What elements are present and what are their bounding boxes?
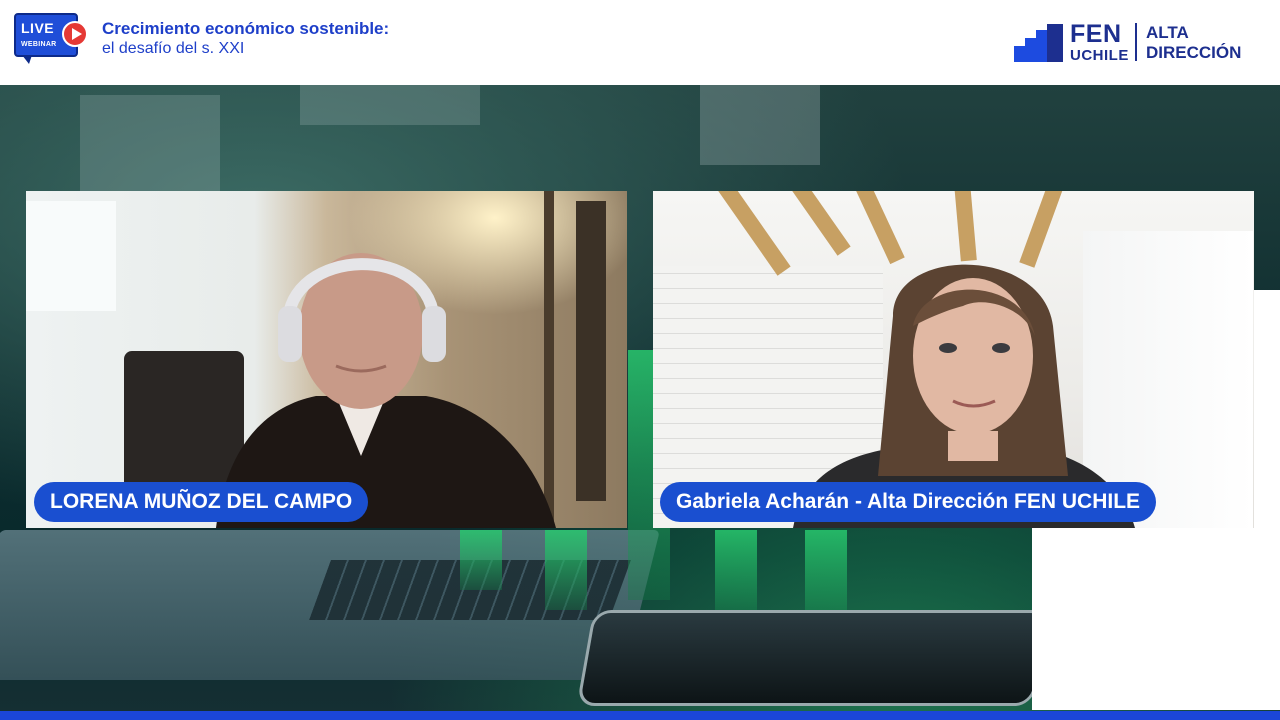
window [26, 201, 116, 311]
alta-text: ALTA [1146, 23, 1189, 42]
webinar-title: Crecimiento económico sostenible: [102, 19, 390, 38]
webinar-subtitle: el desafío del s. XXI [102, 40, 245, 57]
fen-alta-direccion-logo: FEN UCHILE ALTA DIRECCIÓN [1014, 20, 1264, 66]
participant-name-gabriela: Gabriela Acharán - Alta Dirección FEN UC… [676, 490, 1141, 513]
participant-name-lorena: LORENA MUÑOZ DEL CAMPO [50, 490, 353, 513]
fen-text: FEN [1070, 20, 1122, 48]
background-shelf [700, 85, 820, 165]
fen-logo-icon [1014, 24, 1063, 62]
live-label: LIVE [21, 20, 55, 36]
background-tablet [576, 610, 1050, 706]
background-shelf [300, 85, 480, 125]
header-bar: LIVE WEBINAR Crecimiento económico soste… [0, 0, 1280, 85]
webinar-label: WEBINAR [21, 41, 57, 48]
participant-name-tag: LORENA MUÑOZ DEL CAMPO [34, 482, 369, 522]
background-bar [545, 530, 587, 610]
participant-name-tag: Gabriela Acharán - Alta Dirección FEN UC… [660, 482, 1157, 522]
door-frame [576, 201, 606, 501]
play-icon [62, 21, 88, 47]
video-tile-gabriela[interactable]: Gabriela Acharán - Alta Dirección FEN UC… [653, 191, 1254, 528]
direccion-text: DIRECCIÓN [1146, 43, 1242, 62]
background-bar [715, 530, 757, 620]
background-shelf [80, 95, 220, 195]
logo-divider [1135, 23, 1137, 61]
ceiling-beam [714, 191, 791, 276]
bottom-accent-bar [0, 711, 1280, 720]
video-tile-lorena[interactable]: LORENA MUÑOZ DEL CAMPO [26, 191, 627, 528]
uchile-text: UCHILE [1070, 47, 1129, 64]
background-bar [460, 530, 502, 590]
